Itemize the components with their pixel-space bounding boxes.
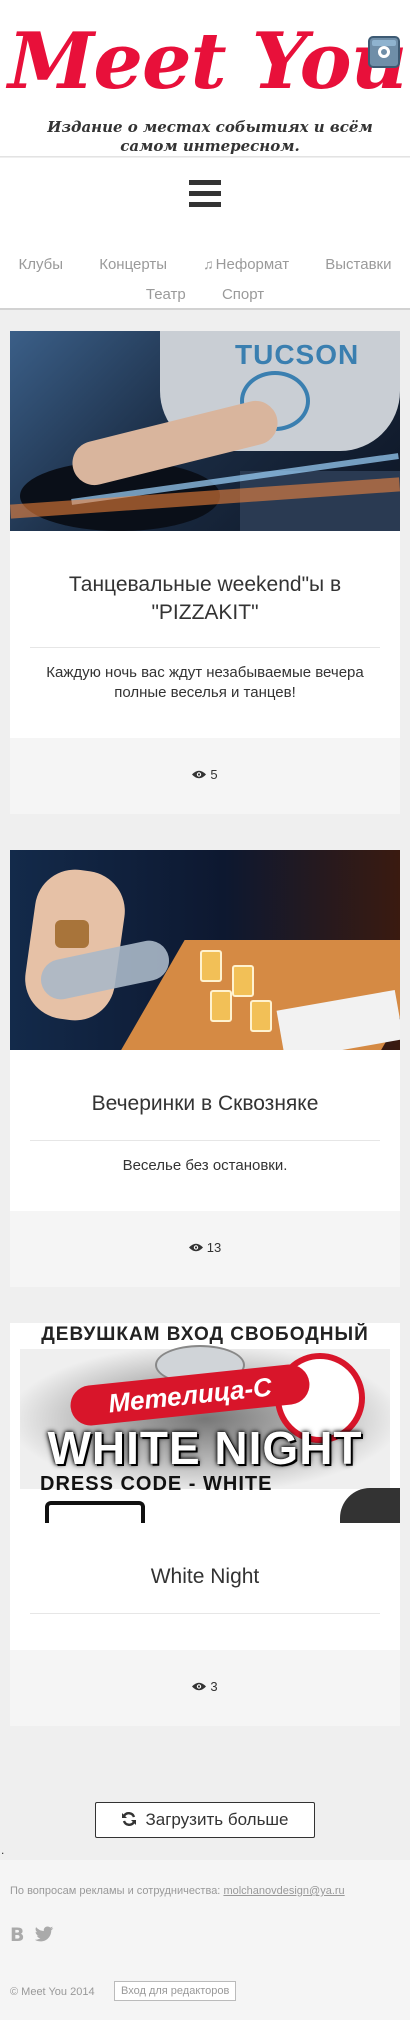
view-count: 5 [10, 767, 400, 782]
post-title[interactable]: White Night [30, 1563, 380, 1591]
nav-item-theatre[interactable]: Театр [146, 286, 186, 303]
poster-top-text: ДЕВУШКАМ ВХОД СВОБОДНЫЙ [41, 1324, 369, 1345]
view-count: 3 [10, 1679, 400, 1694]
site-logo[interactable]: Meet You [8, 14, 407, 110]
hamburger-icon[interactable] [189, 180, 221, 208]
site-footer: По вопросам рекламы и сотрудничества: mo… [0, 1860, 410, 2020]
nav-item-concerts[interactable]: Концерты [99, 256, 167, 273]
nav-item-neformat[interactable]: ♫ Неформат [203, 256, 289, 273]
editor-login-button[interactable]: Вход для редакторов [114, 1981, 237, 2001]
poster-headline: WHITE NIGHT [47, 1422, 363, 1474]
post-footer: 13 [10, 1211, 400, 1287]
view-count: 13 [10, 1240, 400, 1255]
post-divider [30, 1613, 380, 1614]
eye-icon [192, 1682, 207, 1691]
post-image-bar[interactable] [10, 850, 400, 1050]
view-count-value: 5 [210, 767, 218, 782]
stray-dot: . [1, 1843, 5, 1857]
footer-contact-email[interactable]: molchanovdesign@ya.ru [223, 1885, 344, 1897]
post-title[interactable]: Вечеринки в Сквозняке [30, 1090, 380, 1118]
footer-contact-text: По вопросам рекламы и сотрудничества: [10, 1885, 221, 1897]
poster-dress-code: DRESS CODE - WHITE [40, 1473, 273, 1495]
nav-row-1: Клубы Концерты ♫ Неформат Выставки [0, 256, 410, 273]
nav-item-clubs[interactable]: Клубы [19, 256, 64, 273]
post-image-poster[interactable]: ДЕВУШКАМ ВХОД СВОБОДНЫЙ Метелица-С WHITE… [10, 1323, 400, 1523]
eye-icon [188, 1243, 203, 1252]
music-note-icon: ♫ [203, 256, 214, 272]
twitter-icon[interactable] [34, 1924, 54, 1944]
site-header: Meet You Издание о местах событиях и всё… [0, 0, 410, 157]
load-more-button[interactable]: Загрузить больше [95, 1802, 315, 1838]
refresh-icon [122, 1811, 137, 1826]
post-divider [30, 647, 380, 648]
nav-row-2: Театр Спорт [0, 286, 410, 303]
vk-icon[interactable]: B [10, 1924, 24, 1946]
post-title[interactable]: Танцевальные weekend"ы в "PIZZAKIT" [30, 571, 380, 627]
site-tagline: Издание о местах событиях и всём самом и… [47, 118, 373, 155]
post-divider [30, 1140, 380, 1141]
nav-item-neformat-label: Неформат [215, 256, 290, 273]
instagram-icon[interactable] [368, 36, 400, 68]
post-footer: 5 [10, 738, 400, 814]
instagram-icon-lens [378, 46, 390, 58]
main-nav: Клубы Концерты ♫ Неформат Выставки Театр … [0, 158, 410, 310]
footer-contact: По вопросам рекламы и сотрудничества: mo… [10, 1885, 345, 1897]
post-card[interactable]: Вечеринки в Сквозняке Веселье без остано… [10, 850, 400, 1287]
load-more-label: Загрузить больше [145, 1810, 289, 1829]
copyright: © Meet You 2014 [10, 1986, 95, 1998]
view-count-value: 13 [206, 1240, 222, 1255]
post-card[interactable]: ДЕВУШКАМ ВХОД СВОБОДНЫЙ Метелица-С WHITE… [10, 1323, 400, 1726]
post-card[interactable]: TUCSON Танцевальные weekend"ы в "PIZZAKI… [10, 331, 400, 814]
eye-icon [192, 770, 207, 779]
nav-item-sport[interactable]: Спорт [222, 286, 264, 303]
shirt-print: TUCSON [235, 339, 360, 370]
view-count-value: 3 [210, 1679, 218, 1694]
post-footer: 3 [10, 1650, 400, 1726]
post-description: Каждую ночь вас ждут незабываемые вечера… [46, 664, 364, 701]
nav-item-exhibitions[interactable]: Выставки [325, 256, 391, 273]
post-image-dj[interactable]: TUCSON [10, 331, 400, 531]
post-description: Веселье без остановки. [122, 1157, 288, 1174]
